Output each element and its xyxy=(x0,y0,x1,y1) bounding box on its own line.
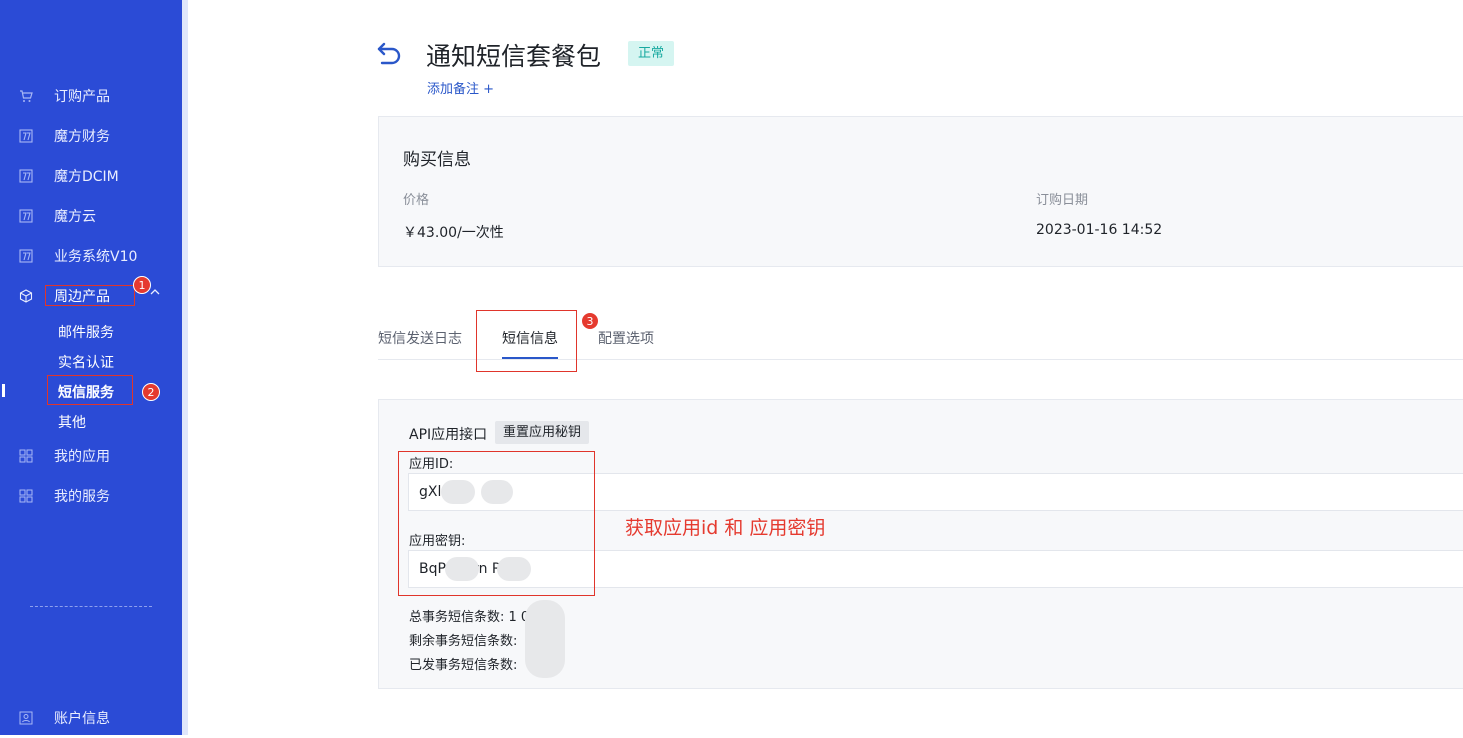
annotation-box-1 xyxy=(45,285,135,306)
sidebar-item-label: 魔方DCIM xyxy=(54,169,119,185)
sidebar-item-label: 账户信息 xyxy=(54,711,110,727)
annotation-badge-3: 3 xyxy=(581,312,599,330)
status-badge: 正常 xyxy=(628,41,675,66)
sidebar-item-cloud[interactable]: 魔方云 xyxy=(0,196,182,236)
chevron-up-icon[interactable] xyxy=(150,287,160,297)
sidebar-item-label: 我的服务 xyxy=(54,489,110,505)
purchase-info-card: 购买信息 价格 ￥43.00/一次性 订购日期 2023-01-16 14:52 xyxy=(378,116,1463,267)
remaining-sms-count: 剩余事务短信条数: xyxy=(409,630,517,649)
order-date-value: 2023-01-16 14:52 xyxy=(1036,222,1163,238)
sidebar-subitem-other[interactable]: 其他 xyxy=(58,412,86,432)
sidebar-item-label: 魔方财务 xyxy=(54,129,110,145)
app-icon xyxy=(18,128,34,144)
reset-secret-button[interactable]: 重置应用秘钥 xyxy=(495,421,590,444)
sidebar-item-label: 订购产品 xyxy=(54,89,110,105)
sidebar-item-order-products[interactable]: 订购产品 xyxy=(0,76,182,116)
sidebar-item-my-services[interactable]: 我的服务 xyxy=(0,476,182,516)
remaining-sms-label: 剩余事务短信条数: xyxy=(409,634,518,649)
annotation-box-credentials xyxy=(398,451,595,596)
price-value: ￥43.00/一次性 xyxy=(403,225,504,241)
cube-icon xyxy=(18,288,34,304)
add-note-link[interactable]: 添加备注 + xyxy=(427,78,494,97)
app-icon xyxy=(18,168,34,184)
app-icon xyxy=(18,208,34,224)
sidebar-item-dcim[interactable]: 魔方DCIM xyxy=(0,156,182,196)
user-card-icon xyxy=(18,710,34,726)
annotation-badge-2: 2 xyxy=(142,383,160,401)
api-interface-label: API应用接口 xyxy=(409,427,488,443)
page-title: 通知短信套餐包 xyxy=(426,42,602,71)
tab-config-options[interactable]: 配置选项 xyxy=(598,328,654,348)
total-sms-count: 总事务短信条数: 1 0 xyxy=(409,606,529,625)
price-label: 价格 xyxy=(403,193,430,208)
sidebar-item-account[interactable]: 账户信息 xyxy=(0,698,182,738)
sidebar-item-business-v10[interactable]: 业务系统V10 xyxy=(0,236,182,276)
sidebar: 订购产品 魔方财务 魔方DCIM 魔方云 业务系统V10 周边产品 邮件服务 实… xyxy=(0,0,182,735)
sidebar-item-finance[interactable]: 魔方财务 xyxy=(0,116,182,156)
total-sms-label: 总事务短信条数: xyxy=(409,610,505,625)
sidebar-subitem-realname[interactable]: 实名认证 xyxy=(58,352,114,372)
annotation-box-3 xyxy=(476,310,577,372)
sidebar-subitem-mail[interactable]: 邮件服务 xyxy=(58,322,114,342)
sidebar-item-my-apps[interactable]: 我的应用 xyxy=(0,436,182,476)
redaction-blur xyxy=(525,600,565,678)
cart-icon xyxy=(18,88,34,104)
annotation-note: 获取应用id 和 应用密钥 xyxy=(625,517,826,539)
back-arrow-icon[interactable] xyxy=(376,40,404,68)
order-date-label: 订购日期 xyxy=(1036,193,1089,208)
purchase-info-title: 购买信息 xyxy=(403,150,471,170)
tab-sms-send-log[interactable]: 短信发送日志 xyxy=(378,328,462,348)
annotation-badge-1: 1 xyxy=(133,276,151,294)
sidebar-item-label: 业务系统V10 xyxy=(54,249,138,265)
sidebar-item-label: 魔方云 xyxy=(54,209,96,225)
grid-icon xyxy=(18,488,34,504)
sidebar-divider xyxy=(30,606,152,607)
grid-icon xyxy=(18,448,34,464)
sidebar-border xyxy=(182,0,188,735)
sent-sms-label: 已发事务短信条数: xyxy=(409,658,518,673)
annotation-box-2 xyxy=(47,375,133,405)
active-indicator xyxy=(2,384,5,397)
app-icon xyxy=(18,248,34,264)
sidebar-item-label: 我的应用 xyxy=(54,449,110,465)
